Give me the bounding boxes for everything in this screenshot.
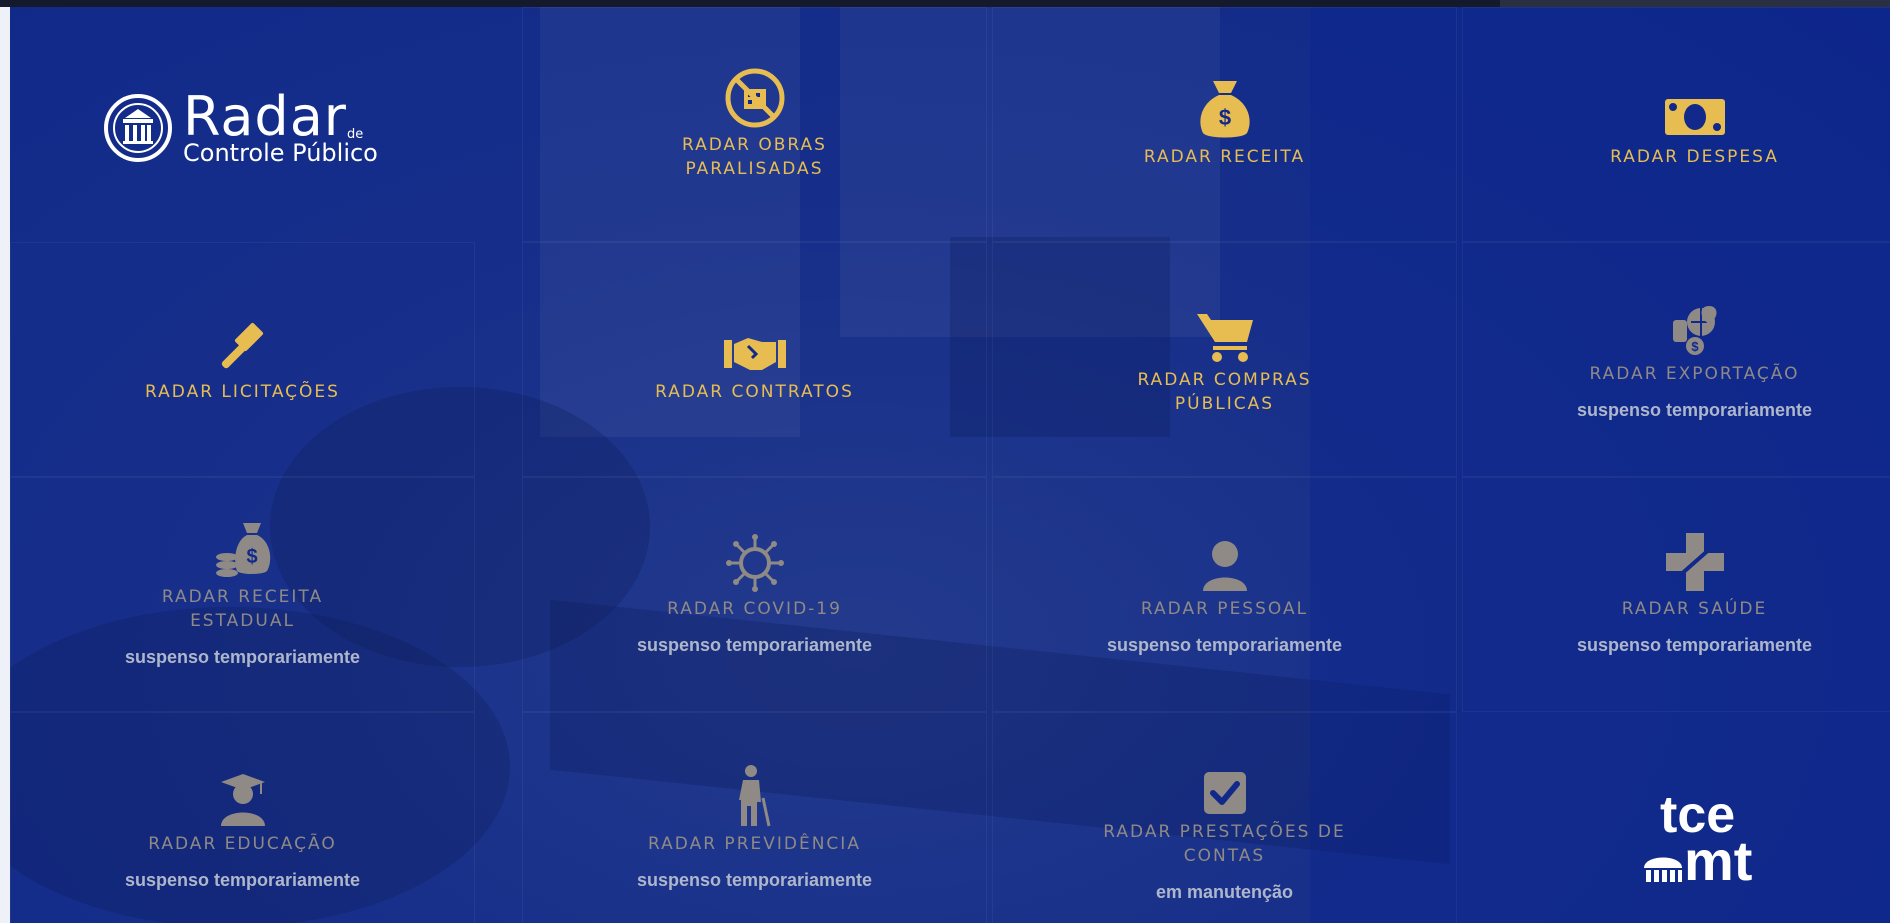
- left-strip: [0, 7, 10, 923]
- tile-despesa[interactable]: RADAR DESPESA: [1462, 7, 1890, 242]
- tile-compras-publicas[interactable]: RADAR COMPRAS PÚBLICAS: [992, 242, 1457, 477]
- tce-mt-logo[interactable]: tce mt: [1642, 789, 1753, 892]
- svg-text:$: $: [1691, 339, 1699, 354]
- tile-label: RADAR DESPESA: [1610, 146, 1779, 167]
- tile-pessoal[interactable]: RADAR PESSOAL suspenso temporariamente: [992, 477, 1457, 712]
- tile-label: RADAR COMPRAS PÚBLICAS: [1137, 369, 1312, 414]
- tile-label: RADAR OBRAS PARALISADAS: [682, 134, 827, 179]
- tile-receita-estadual[interactable]: $ RADAR RECEITA ESTADUAL suspenso tempor…: [10, 477, 475, 712]
- tile-label: RADAR EXPORTAÇÃO: [1589, 364, 1800, 384]
- svg-text:$: $: [246, 546, 257, 568]
- tile-label: RADAR COVID-19: [667, 599, 842, 619]
- shopping-cart-icon: [1195, 304, 1255, 364]
- status-text: suspenso temporariamente: [1106, 635, 1343, 655]
- status-text: suspenso temporariamente: [636, 635, 873, 655]
- tile-label: RADAR PREVIDÊNCIA: [648, 834, 861, 854]
- handshake-icon: [722, 316, 788, 376]
- checkbox-icon: [1202, 756, 1248, 816]
- elder-icon: [733, 765, 777, 828]
- tile-licitacoes[interactable]: RADAR LICITAÇÕES: [10, 242, 475, 477]
- tile-label: RADAR LICITAÇÕES: [145, 381, 340, 402]
- tile-label: RADAR PESSOAL: [1140, 599, 1309, 619]
- medical-cross-icon: [1664, 533, 1726, 593]
- tile-saude[interactable]: RADAR SAÚDE suspenso temporariamente: [1462, 477, 1890, 712]
- tile-receita[interactable]: $ RADAR RECEITA: [992, 7, 1457, 242]
- tile-label: RADAR CONTRATOS: [655, 381, 854, 402]
- virus-icon: [725, 533, 785, 593]
- graduate-icon: [217, 768, 269, 828]
- status-text: suspenso temporariamente: [636, 870, 873, 890]
- column-emblem-icon: [104, 94, 172, 162]
- status-text: suspenso temporariamente: [1576, 400, 1813, 420]
- tile-obras-paralisadas[interactable]: RADAR OBRAS PARALISADAS: [522, 7, 987, 242]
- status-text: em manutenção: [1155, 882, 1294, 902]
- tile-covid[interactable]: RADAR COVID-19 suspenso temporariamente: [522, 477, 987, 712]
- logo-subtitle: Controle Público: [183, 139, 378, 167]
- coins-bag-icon: $: [213, 521, 273, 581]
- top-bar-right: [1500, 0, 1890, 7]
- mt-text: mt: [1684, 829, 1753, 892]
- tile-label: RADAR RECEITA: [1143, 146, 1306, 167]
- status-text: suspenso temporariamente: [124, 647, 361, 667]
- money-bag-icon: $: [1195, 80, 1255, 141]
- tile-label: RADAR EDUCAÇÃO: [148, 834, 337, 854]
- svg-text:$: $: [1218, 105, 1230, 130]
- tile-prestacoes-contas[interactable]: RADAR PRESTAÇÕES DE CONTAS em manutenção: [992, 712, 1457, 923]
- radar-logo[interactable]: Radar de Controle Público: [103, 85, 378, 167]
- person-icon: [1200, 533, 1250, 593]
- logo-radar-text: Radar: [183, 85, 347, 148]
- gavel-icon: [215, 316, 271, 376]
- tile-label: RADAR SAÚDE: [1621, 599, 1768, 619]
- tile-label: RADAR RECEITA ESTADUAL: [161, 587, 324, 631]
- export-globe-icon: $: [1665, 298, 1725, 358]
- banknote-icon: [1663, 81, 1727, 141]
- no-building-icon: [724, 68, 786, 129]
- radar-grid: Radar de Controle Público RADAR OBRAS PA…: [10, 7, 1890, 923]
- tile-contratos[interactable]: RADAR CONTRATOS: [522, 242, 987, 477]
- tile-educacao[interactable]: RADAR EDUCAÇÃO suspenso temporariamente: [10, 712, 475, 923]
- tile-previdencia[interactable]: RADAR PREVIDÊNCIA suspenso temporariamen…: [522, 712, 987, 923]
- tile-exportacao[interactable]: $ RADAR EXPORTAÇÃO suspenso temporariame…: [1462, 242, 1890, 477]
- status-text: suspenso temporariamente: [124, 870, 361, 890]
- tile-label: RADAR PRESTAÇÕES DE CONTAS: [1103, 822, 1346, 866]
- status-text: suspenso temporariamente: [1576, 635, 1813, 655]
- tce-dome-icon: [1644, 857, 1682, 882]
